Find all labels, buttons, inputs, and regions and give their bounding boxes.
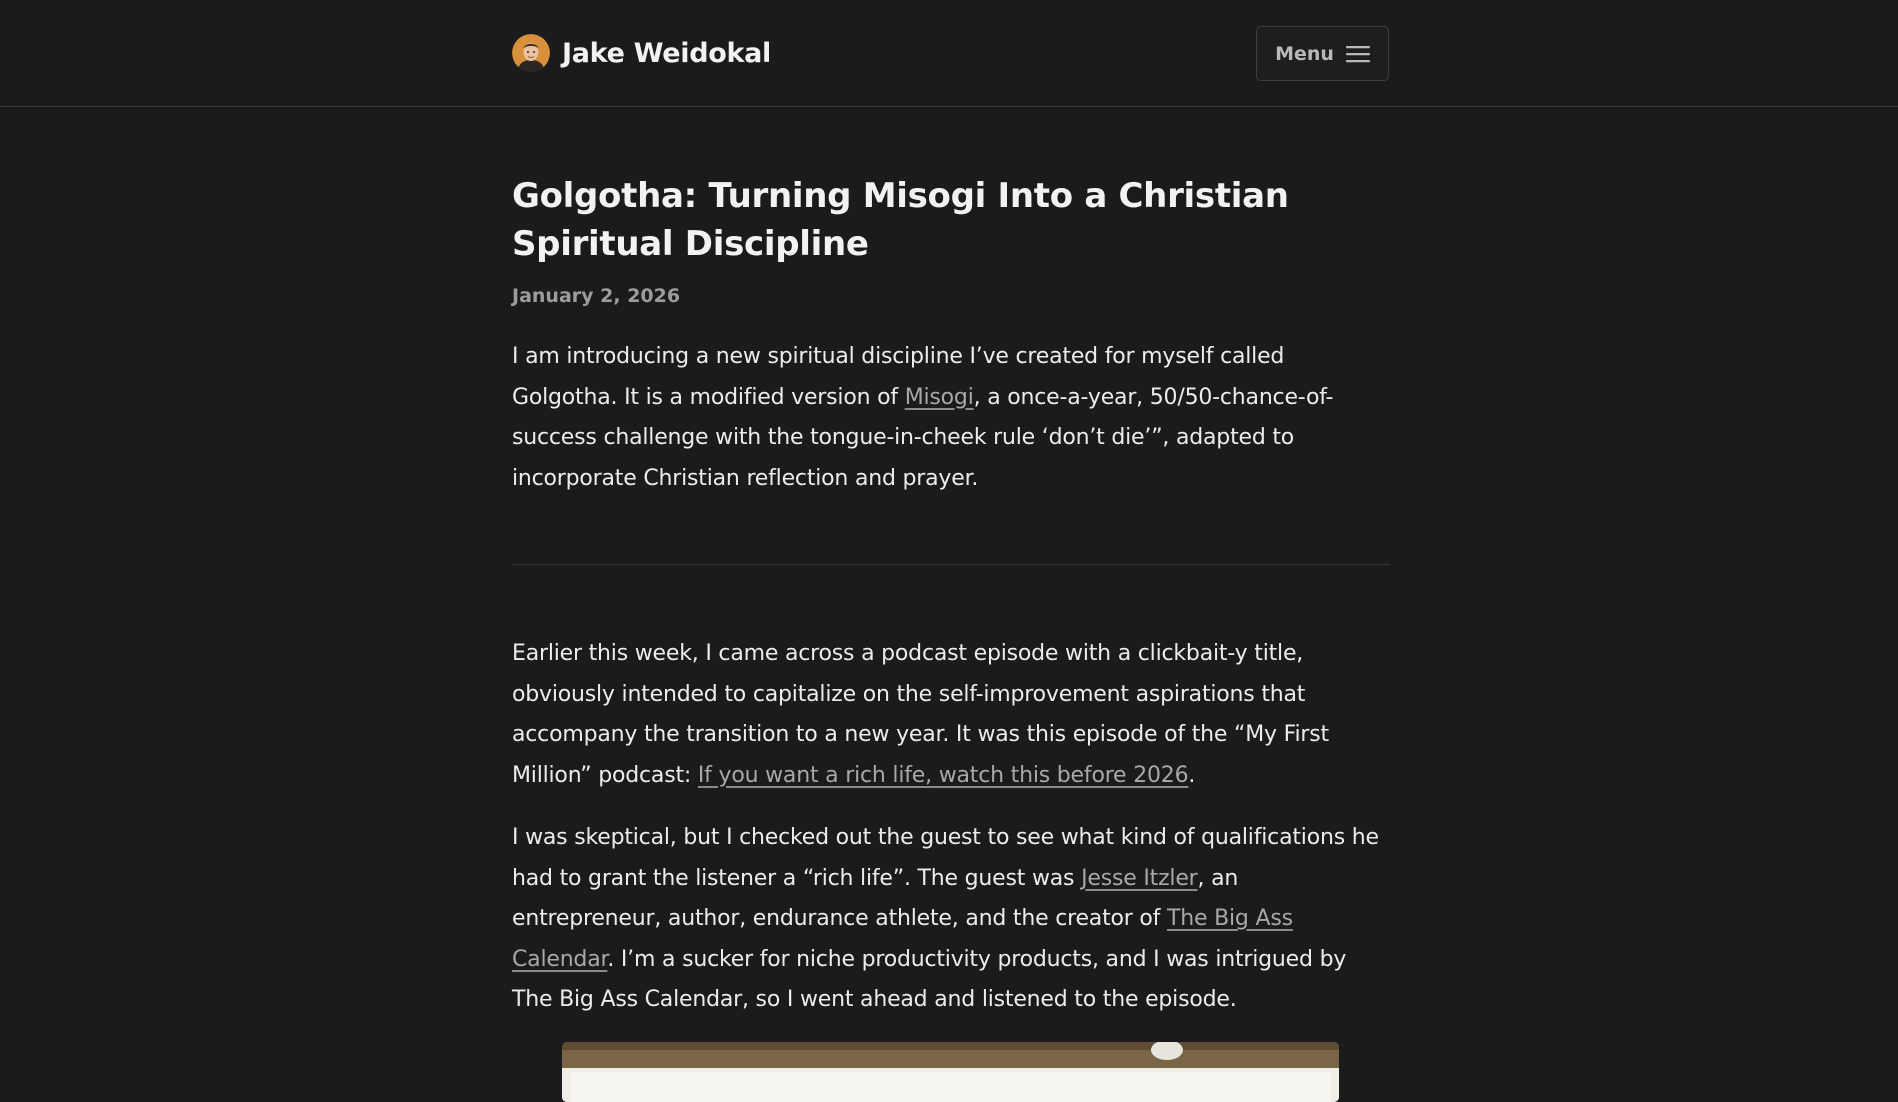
menu-button[interactable]: Menu	[1256, 26, 1389, 81]
hamburger-icon	[1345, 45, 1370, 62]
site-brand-link[interactable]: Jake Weidokal	[512, 34, 771, 72]
jesse-itzler-link[interactable]: Jesse Itzler	[1081, 866, 1198, 891]
body-paragraph: I was skeptical, but I checked out the g…	[512, 818, 1390, 1021]
intro-paragraph: I am introducing a new spiritual discipl…	[512, 337, 1390, 499]
podcast-episode-link[interactable]: If you want a rich life, watch this befo…	[698, 763, 1189, 788]
body-paragraph: Earlier this week, I came across a podca…	[512, 634, 1390, 796]
section-divider	[512, 564, 1390, 565]
text-span: . I’m a sucker for niche productivity pr…	[512, 946, 1347, 1013]
misogi-link[interactable]: Misogi	[905, 385, 974, 410]
avatar	[512, 34, 550, 72]
site-name: Jake Weidokal	[562, 37, 772, 69]
article-title: Golgotha: Turning Misogi Into a Christia…	[512, 176, 1289, 264]
text-span: .	[1188, 762, 1196, 788]
site-header: Jake Weidokal Menu	[0, 0, 1898, 107]
text-span: I was skeptical, but I checked out the g…	[512, 825, 1379, 891]
article-image	[562, 1042, 1339, 1102]
menu-label: Menu	[1275, 42, 1334, 65]
article-date: January 2, 2026	[512, 285, 681, 307]
